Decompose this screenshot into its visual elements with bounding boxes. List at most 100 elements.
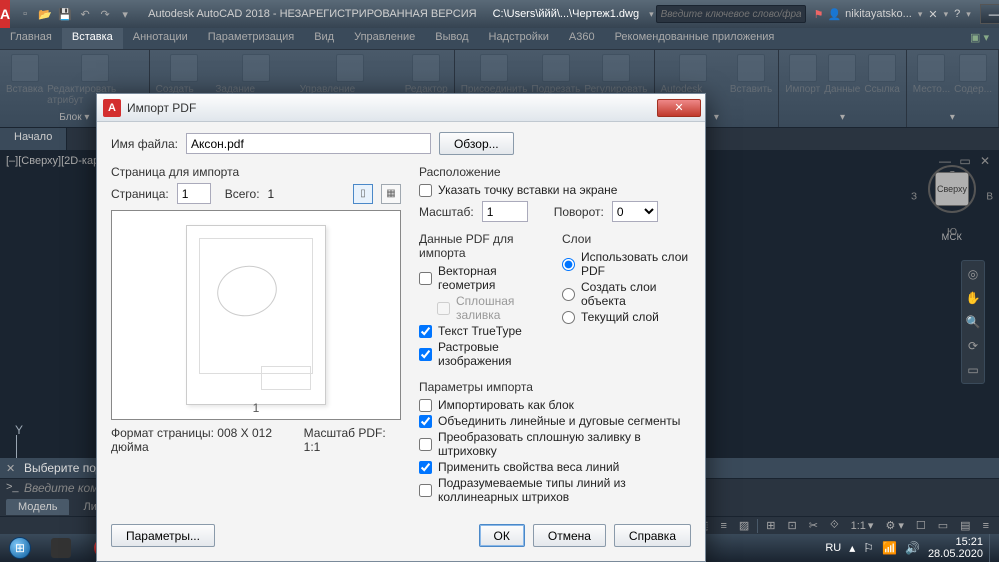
status-clean-icon[interactable]: ▤ — [956, 519, 974, 532]
filetab-start[interactable]: Начало — [0, 128, 67, 150]
show-desktop-button[interactable] — [989, 534, 999, 562]
viewcube[interactable]: С Ю В З Сверху МСК — [927, 168, 977, 242]
viewcube-west[interactable]: З — [911, 192, 917, 203]
tool-import[interactable]: Импорт — [785, 54, 820, 110]
view-single-icon[interactable]: ▯ — [353, 184, 373, 204]
search-input[interactable] — [661, 9, 801, 20]
chk-join-segments[interactable] — [419, 415, 432, 428]
chk-solidfill — [437, 302, 450, 315]
tray-flag-icon[interactable]: ⚐ — [863, 541, 874, 555]
tray-chevron-icon[interactable]: ▴ — [849, 541, 855, 555]
tab-home[interactable]: Главная — [0, 28, 62, 49]
help-button[interactable]: Справка — [614, 524, 691, 547]
chk-convert-hatch[interactable] — [419, 438, 432, 451]
status-custom-icon[interactable]: ≡ — [979, 520, 993, 532]
redo-icon[interactable]: ↷ — [96, 5, 114, 23]
dialog-title: Импорт PDF — [127, 101, 657, 115]
tab-annotate[interactable]: Аннотации — [123, 28, 198, 49]
radio-cur-layer[interactable] — [562, 311, 575, 324]
tool-content[interactable]: Содер... — [954, 54, 992, 110]
tab-addins[interactable]: Надстройки — [479, 28, 559, 49]
chk-import-block[interactable] — [419, 399, 432, 412]
dialog-titlebar[interactable]: A Импорт PDF ✕ — [97, 94, 705, 122]
navbar-orbit-icon[interactable]: ⟳ — [968, 339, 978, 353]
open-icon[interactable]: 📂 — [36, 5, 54, 23]
chk-infer-lt[interactable] — [419, 484, 432, 497]
tool-geolocation[interactable]: Место... — [913, 54, 950, 110]
tab-a360[interactable]: A360 — [559, 28, 605, 49]
undo-icon[interactable]: ↶ — [76, 5, 94, 23]
browse-button[interactable]: Обзор... — [439, 132, 514, 155]
filename-input[interactable] — [186, 133, 431, 154]
status-iso-icon[interactable]: ☐ — [912, 519, 930, 532]
save-icon[interactable]: 💾 — [56, 5, 74, 23]
tray-clock[interactable]: 15:21 28.05.2020 — [928, 536, 983, 560]
tray-lang[interactable]: RU — [825, 542, 841, 554]
tool-link[interactable]: Ссылка — [864, 54, 899, 110]
help-search[interactable] — [656, 5, 806, 23]
user-menu[interactable]: ⚑ 👤 nikitayatsko... ▾ ✕ ▾ ? ▾ — [806, 8, 981, 21]
status-scale[interactable]: 1:1 ▾ — [847, 519, 878, 532]
page-section-title: Страница для импорта — [111, 165, 401, 179]
tab-featured[interactable]: Рекомендованные приложения — [605, 28, 785, 49]
tray-network-icon[interactable]: 📶 — [882, 541, 897, 555]
status-lw-icon[interactable]: ≡ — [716, 520, 730, 532]
chk-specify-onscreen[interactable] — [419, 184, 432, 197]
params-button[interactable]: Параметры... — [111, 524, 215, 547]
status-am-icon[interactable]: ⟐ — [826, 519, 843, 532]
username: nikitayatsko... — [845, 8, 912, 20]
page-preview[interactable]: 1 — [111, 210, 401, 420]
ok-button[interactable]: ОК — [479, 524, 525, 547]
scale-input[interactable] — [482, 201, 528, 222]
viewcube-face[interactable]: Сверху — [935, 172, 969, 206]
tab-output[interactable]: Вывод — [425, 28, 478, 49]
view-grid-icon[interactable]: ▦ — [381, 184, 401, 204]
navbar-pan-icon[interactable]: ✋ — [966, 291, 981, 305]
tray-sound-icon[interactable]: 🔊 — [905, 541, 920, 555]
page-input[interactable] — [177, 183, 211, 204]
viewcube-east[interactable]: В — [986, 192, 993, 203]
taskbar-app-1[interactable] — [40, 535, 82, 561]
tab-manage[interactable]: Управление — [344, 28, 425, 49]
dialog-close-button[interactable]: ✕ — [657, 99, 701, 117]
navbar-showmotion-icon[interactable]: ▭ — [967, 363, 978, 377]
tool-insert2[interactable]: Вставить — [730, 54, 772, 110]
qat-dropdown-icon[interactable]: ▾ — [116, 5, 134, 23]
layers-title: Слои — [562, 232, 691, 246]
tab-parametric[interactable]: Параметризация — [198, 28, 304, 49]
user-dropdown-icon[interactable]: ▾ — [916, 9, 925, 20]
title-dropdown-icon[interactable]: ▾ — [647, 9, 656, 20]
status-qp-icon[interactable]: ⊞ — [762, 519, 779, 532]
status-ws-icon[interactable]: ✂ — [805, 519, 822, 532]
tab-view[interactable]: Вид — [304, 28, 344, 49]
tool-data[interactable]: Данные — [824, 54, 860, 110]
chk-truetype[interactable] — [419, 325, 432, 338]
cancel-button[interactable]: Отмена — [533, 524, 606, 547]
tab-insert[interactable]: Вставка — [62, 28, 123, 49]
user-icon: 👤 — [827, 8, 841, 21]
new-icon[interactable]: ▫ — [16, 5, 34, 23]
help-icon[interactable]: ? — [954, 8, 960, 20]
navbar-zoom-icon[interactable]: 🔍 — [966, 315, 981, 329]
app-logo[interactable]: A — [0, 0, 10, 28]
vp-close-icon[interactable]: ✕ — [977, 154, 993, 168]
radio-obj-layers[interactable] — [562, 288, 575, 301]
exchange-icon[interactable]: ✕ — [928, 8, 937, 21]
status-trans-icon[interactable]: ▨ — [735, 519, 753, 532]
viewcube-south[interactable]: Ю — [947, 227, 957, 238]
cmd-close-icon[interactable]: ✕ — [6, 462, 15, 475]
start-button[interactable]: ⊞ — [0, 534, 40, 562]
tab-model[interactable]: Модель — [6, 499, 69, 515]
tool-insert[interactable]: Вставка — [6, 54, 43, 110]
chk-raster[interactable] — [419, 348, 432, 361]
chk-vector[interactable] — [419, 272, 432, 285]
radio-pdf-layers[interactable] — [562, 258, 575, 271]
navbar-wheel-icon[interactable]: ◎ — [968, 267, 978, 281]
ribbon-expand-icon[interactable]: ▣ ▾ — [960, 28, 999, 49]
status-gear-icon[interactable]: ⚙ ▾ — [881, 519, 907, 532]
status-sc-icon[interactable]: ⊡ — [784, 519, 801, 532]
minimize-button[interactable]: — — [980, 4, 999, 24]
rotation-select[interactable]: 0 — [612, 201, 658, 222]
status-full-icon[interactable]: ▭ — [934, 519, 952, 532]
chk-apply-lw[interactable] — [419, 461, 432, 474]
